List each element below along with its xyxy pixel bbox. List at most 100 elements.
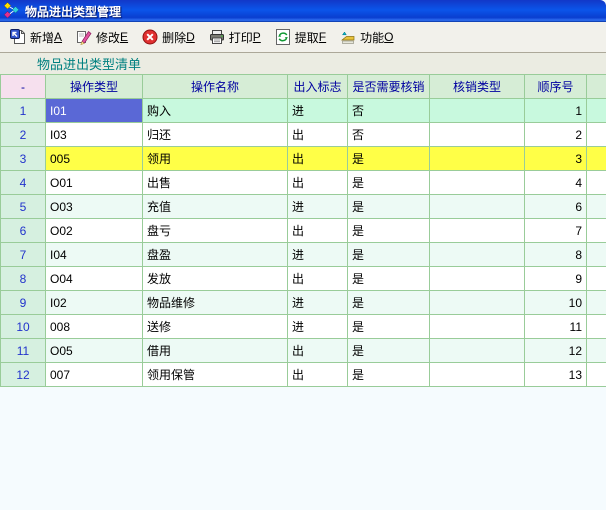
row-number-cell[interactable]: 11 [1,339,46,363]
row-number-cell[interactable]: 9 [1,291,46,315]
operation-type-cell[interactable]: O04 [46,267,143,291]
order-number-cell[interactable]: 12 [525,339,587,363]
table-row[interactable]: 1I01购入进否1 [1,99,606,123]
verify-type-cell[interactable] [430,171,525,195]
table-row[interactable]: 10008送修进是 11 [1,315,606,339]
inout-flag-cell[interactable]: 进 [288,315,348,339]
add-button[interactable]: 新增A [4,24,68,50]
order-number-cell[interactable]: 7 [525,219,587,243]
need-verify-cell[interactable]: 是 [348,219,430,243]
need-verify-cell[interactable]: 是 [348,171,430,195]
table-row[interactable]: 3005领用出是3 [1,147,606,171]
inout-flag-cell[interactable]: 出 [288,123,348,147]
row-number-cell[interactable]: 10 [1,315,46,339]
order-number-cell[interactable]: 1 [525,99,587,123]
order-number-cell[interactable]: 6 [525,195,587,219]
inout-flag-cell[interactable]: 进 [288,195,348,219]
order-number-cell[interactable]: 11 [525,315,587,339]
verify-type-cell[interactable] [430,267,525,291]
need-verify-cell[interactable]: 否 [348,99,430,123]
verify-type-cell[interactable] [430,339,525,363]
operation-name-cell[interactable]: 盘亏 [143,219,288,243]
operation-type-cell[interactable]: 007 [46,363,143,387]
operation-type-cell[interactable]: 005 [46,147,143,171]
table-row[interactable]: 12007领用保管出是13 [1,363,606,387]
order-number-cell[interactable]: 9 [525,267,587,291]
header-need-verify[interactable]: 是否需要核销 [348,75,430,99]
row-number-cell[interactable]: 12 [1,363,46,387]
delete-button[interactable]: 删除D [136,24,201,50]
header-inout-flag[interactable]: 出入标志 [288,75,348,99]
inout-flag-cell[interactable]: 出 [288,363,348,387]
operation-type-cell[interactable]: O03 [46,195,143,219]
table-row[interactable]: 9I02物品维修进是10 [1,291,606,315]
header-operation-type[interactable]: 操作类型 [46,75,143,99]
inout-flag-cell[interactable]: 出 [288,339,348,363]
table-row[interactable]: 7I04盘盈进是8 [1,243,606,267]
operation-type-cell[interactable]: O01 [46,171,143,195]
need-verify-cell[interactable]: 是 [348,339,430,363]
table-row[interactable]: 6O02盘亏出是 7 [1,219,606,243]
edit-button[interactable]: 修改E [70,24,134,50]
row-number-cell[interactable]: 4 [1,171,46,195]
verify-type-cell[interactable] [430,123,525,147]
row-number-cell[interactable]: 5 [1,195,46,219]
operation-name-cell[interactable]: 出售 [143,171,288,195]
operation-name-cell[interactable]: 充值 [143,195,288,219]
row-number-cell[interactable]: 6 [1,219,46,243]
verify-type-cell[interactable] [430,99,525,123]
inout-flag-cell[interactable]: 出 [288,171,348,195]
order-number-cell[interactable]: 2 [525,123,587,147]
row-number-cell[interactable]: 7 [1,243,46,267]
table-row[interactable]: 5O03充值进是 6 [1,195,606,219]
function-button[interactable]: 功能O [334,24,399,50]
print-button[interactable]: 打印P [203,24,267,50]
verify-type-cell[interactable] [430,147,525,171]
operation-type-cell[interactable]: I04 [46,243,143,267]
operation-type-cell[interactable]: O05 [46,339,143,363]
order-number-cell[interactable]: 3 [525,147,587,171]
need-verify-cell[interactable]: 是 [348,147,430,171]
verify-type-cell[interactable] [430,291,525,315]
row-number-cell[interactable]: 3 [1,147,46,171]
header-verify-type[interactable]: 核销类型 [430,75,525,99]
row-number-cell[interactable]: 2 [1,123,46,147]
operation-type-cell[interactable]: 008 [46,315,143,339]
operation-type-cell[interactable]: I03 [46,123,143,147]
inout-flag-cell[interactable]: 进 [288,243,348,267]
row-number-cell[interactable]: 1 [1,99,46,123]
operation-type-cell[interactable]: O02 [46,219,143,243]
need-verify-cell[interactable]: 是 [348,291,430,315]
inout-flag-cell[interactable]: 出 [288,267,348,291]
operation-type-cell[interactable]: I01 [46,99,143,123]
need-verify-cell[interactable]: 是 [348,315,430,339]
operation-name-cell[interactable]: 物品维修 [143,291,288,315]
verify-type-cell[interactable] [430,195,525,219]
verify-type-cell[interactable] [430,219,525,243]
order-number-cell[interactable]: 13 [525,363,587,387]
operation-name-cell[interactable]: 送修 [143,315,288,339]
need-verify-cell[interactable]: 是 [348,267,430,291]
inout-flag-cell[interactable]: 出 [288,219,348,243]
verify-type-cell[interactable] [430,315,525,339]
operation-name-cell[interactable]: 借用 [143,339,288,363]
inout-flag-cell[interactable]: 出 [288,147,348,171]
inout-flag-cell[interactable]: 进 [288,291,348,315]
table-row[interactable]: 11O05借用出是 12 [1,339,606,363]
need-verify-cell[interactable]: 是 [348,195,430,219]
table-row[interactable]: 2I03归还出否2 [1,123,606,147]
header-order-number[interactable]: 顺序号 [525,75,587,99]
need-verify-cell[interactable]: 是 [348,363,430,387]
operation-type-cell[interactable]: I02 [46,291,143,315]
verify-type-cell[interactable] [430,363,525,387]
header-operation-name[interactable]: 操作名称 [143,75,288,99]
inout-flag-cell[interactable]: 进 [288,99,348,123]
table-row[interactable]: 8O04发放出是9 [1,267,606,291]
operation-name-cell[interactable]: 盘盈 [143,243,288,267]
operation-name-cell[interactable]: 购入 [143,99,288,123]
order-number-cell[interactable]: 8 [525,243,587,267]
row-number-cell[interactable]: 8 [1,267,46,291]
extract-button[interactable]: 提取F [269,24,332,50]
verify-type-cell[interactable] [430,243,525,267]
table-row[interactable]: 4O01出售出是4 [1,171,606,195]
